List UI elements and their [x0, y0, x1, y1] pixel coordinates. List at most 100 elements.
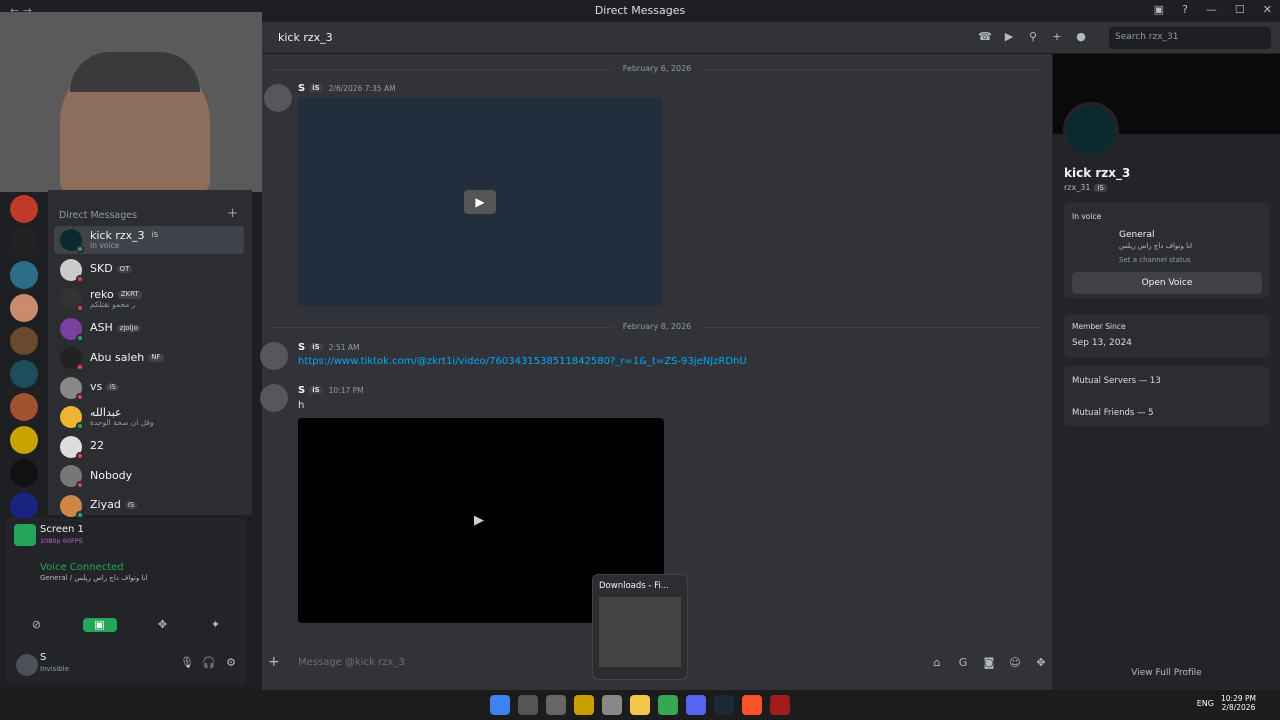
- clock[interactable]: 10:29 PM 2/8/2026: [1221, 694, 1256, 712]
- store-icon[interactable]: [574, 695, 594, 715]
- user-name[interactable]: S: [40, 652, 46, 663]
- lang-indicator[interactable]: ENG: [1197, 699, 1214, 708]
- minimize-button[interactable]: —: [1206, 3, 1217, 16]
- status-dot: [76, 274, 84, 283]
- window-controls[interactable]: ▣? — ☐ ✕: [1154, 3, 1272, 16]
- gift-icon[interactable]: ⌂: [930, 656, 944, 670]
- server-icon[interactable]: [10, 426, 38, 454]
- avatar[interactable]: [16, 654, 38, 676]
- play-icon[interactable]: ▶: [474, 513, 484, 528]
- message-text: h: [298, 400, 305, 411]
- tag-badge: iS: [124, 501, 138, 510]
- pin-icon[interactable]: ⚲: [1026, 30, 1040, 44]
- server-icon[interactable]: [10, 261, 38, 289]
- dm-sub: وقل ان صحة الوحدة: [90, 417, 154, 427]
- brave-icon[interactable]: [742, 695, 762, 715]
- inbox-icon[interactable]: ▣: [1154, 3, 1164, 16]
- tag-badge: OT: [116, 265, 133, 274]
- dm-item[interactable]: Abu saleh NF: [54, 344, 244, 372]
- mic-icon[interactable]: 🎙: [180, 656, 194, 670]
- tiktok-link[interactable]: https://www.tiktok.com/@zkrt1i/video/760…: [298, 356, 747, 367]
- tag-badge: NF: [148, 353, 164, 362]
- server-icon[interactable]: [10, 492, 38, 520]
- server-icon[interactable]: [10, 360, 38, 388]
- close-button[interactable]: ✕: [1263, 3, 1272, 16]
- search-icon[interactable]: [518, 695, 538, 715]
- app-icon[interactable]: [602, 695, 622, 715]
- activities-icon[interactable]: ✥: [156, 618, 170, 632]
- dm-name: Abu saleh NF: [90, 351, 164, 364]
- server-icon[interactable]: [10, 228, 38, 256]
- dm-name: vs iS: [90, 381, 119, 393]
- dm-item[interactable]: 22: [54, 433, 244, 461]
- server-icon[interactable]: [10, 327, 38, 355]
- server-icon[interactable]: [10, 393, 38, 421]
- dm-item[interactable]: Nobody: [54, 462, 244, 490]
- share-screen-icon[interactable]: ▣: [82, 618, 117, 632]
- profile-avatar[interactable]: [1063, 102, 1119, 158]
- message-author[interactable]: SiS 2:51 AM: [298, 342, 359, 353]
- camera-off-icon[interactable]: ⊘: [30, 618, 44, 632]
- dm-item[interactable]: ASH zjoljo: [54, 315, 244, 343]
- tag-badge: zjoljo: [116, 324, 141, 333]
- video-embed[interactable]: ▶: [298, 98, 662, 306]
- avatar: [60, 435, 84, 460]
- dm-item[interactable]: Ziyad iS: [54, 492, 244, 520]
- dm-item[interactable]: kick rzx_3 iS In voice: [54, 226, 244, 254]
- discord-icon[interactable]: [686, 695, 706, 715]
- gif-icon[interactable]: G: [956, 656, 970, 670]
- server-icon[interactable]: [10, 294, 38, 322]
- message-author[interactable]: SiS 2/6/2026 7:35 AM: [298, 83, 396, 94]
- dm-item[interactable]: عبدالله وقل ان صحة الوحدة: [54, 403, 244, 431]
- emoji-icon[interactable]: ☺: [1008, 656, 1022, 670]
- dm-item[interactable]: vs iS: [54, 374, 244, 402]
- profile-name: kick rzx_3: [1064, 166, 1131, 180]
- start-icon[interactable]: [490, 695, 510, 715]
- avatar: [60, 229, 84, 253]
- status-dot: [76, 392, 84, 401]
- app-icon[interactable]: [770, 695, 790, 715]
- apps-icon[interactable]: ✥: [1034, 656, 1048, 670]
- soundboard-icon[interactable]: ✦: [209, 618, 223, 632]
- dm-item[interactable]: SKD OT: [54, 256, 244, 284]
- avatar[interactable]: [260, 342, 288, 370]
- user-status: Invisible: [40, 665, 69, 673]
- chrome-icon[interactable]: [658, 695, 678, 715]
- set-status-link[interactable]: Set a channel status: [1119, 256, 1191, 264]
- call-icon[interactable]: ☎: [978, 30, 992, 44]
- chat-title: kick rzx_3: [278, 31, 333, 44]
- open-voice-button[interactable]: Open Voice: [1072, 272, 1262, 294]
- gear-icon[interactable]: ⚙: [224, 656, 238, 670]
- dm-item[interactable]: reko ZKRT ز محمو نقتلكم: [54, 285, 244, 313]
- message-input[interactable]: Message @kick rzx_3: [298, 657, 405, 668]
- new-dm-icon[interactable]: +: [227, 206, 238, 221]
- server-icon[interactable]: [10, 459, 38, 487]
- steam-icon[interactable]: [714, 695, 734, 715]
- cap-image: [70, 52, 200, 92]
- voice-channel-sub: انا وتواف داج راس ريلس: [1119, 242, 1193, 250]
- webcam-overlay: [0, 12, 262, 192]
- maximize-button[interactable]: ☐: [1235, 3, 1245, 16]
- add-attachment-icon[interactable]: +: [268, 654, 280, 670]
- profile-icon[interactable]: ●: [1074, 30, 1088, 44]
- search-input[interactable]: Search rzx_31: [1109, 27, 1271, 49]
- message-author[interactable]: SiS 10:17 PM: [298, 385, 364, 396]
- view-full-profile[interactable]: View Full Profile: [1053, 668, 1280, 678]
- explorer-icon[interactable]: [630, 695, 650, 715]
- help-icon[interactable]: ?: [1182, 3, 1188, 16]
- video-icon[interactable]: ▶: [1002, 30, 1016, 44]
- mutual-friends[interactable]: Mutual Friends — 5: [1072, 408, 1154, 418]
- avatar[interactable]: [260, 384, 288, 412]
- message-input-bar[interactable]: + Message @kick rzx_3 ⌂ G ◙ ☺ ✥: [262, 650, 1052, 676]
- taskview-icon[interactable]: [546, 695, 566, 715]
- tag-badge: iS: [148, 231, 162, 240]
- mutual-servers[interactable]: Mutual Servers — 13: [1072, 376, 1161, 386]
- avatar[interactable]: [264, 84, 292, 112]
- in-voice-card: In voice General انا وتواف داج راس ريلس …: [1064, 202, 1270, 298]
- headset-icon[interactable]: 🎧: [202, 656, 216, 670]
- add-friend-icon[interactable]: +: [1050, 30, 1064, 44]
- voice-channel-name[interactable]: General: [1119, 230, 1154, 240]
- server-icon[interactable]: [10, 195, 38, 223]
- play-icon[interactable]: ▶: [464, 190, 496, 214]
- sticker-icon[interactable]: ◙: [982, 656, 996, 670]
